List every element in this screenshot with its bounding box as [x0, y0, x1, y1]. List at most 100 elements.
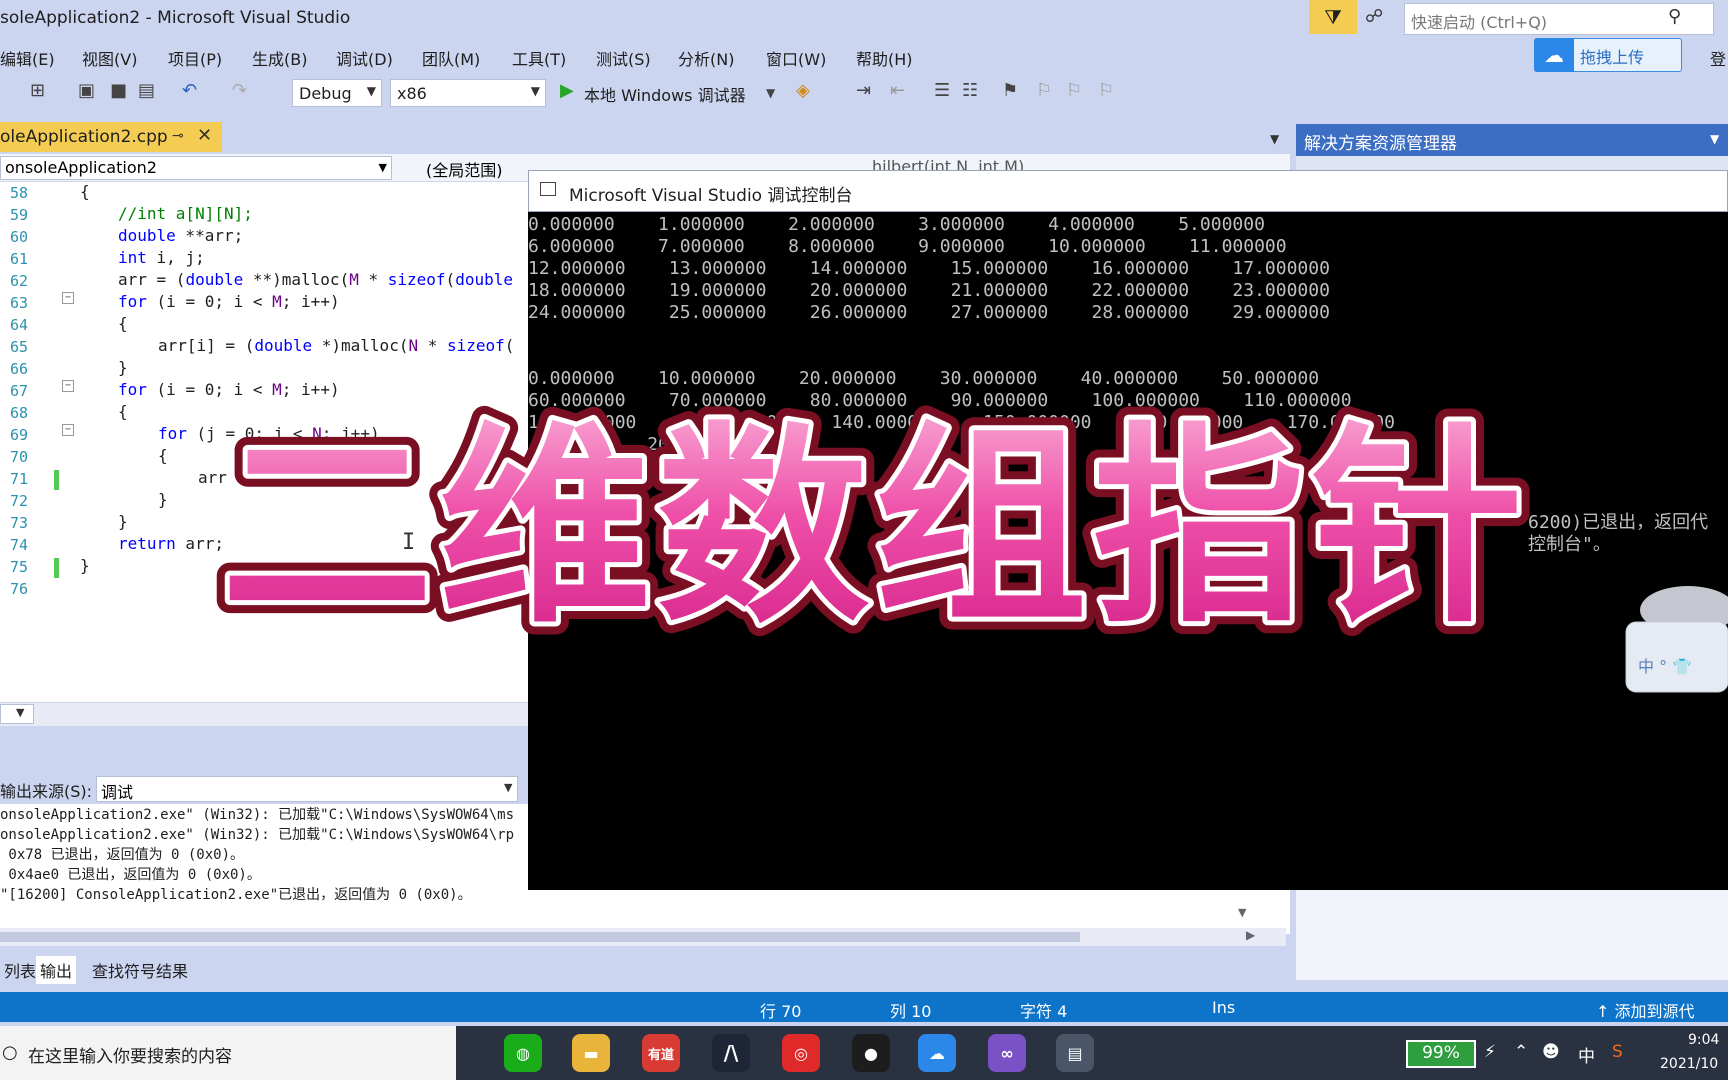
- youdao-icon[interactable]: 有道: [642, 1034, 680, 1072]
- clock-time[interactable]: 9:04: [1688, 1032, 1719, 1048]
- line-number: 72: [9, 492, 28, 510]
- record-icon[interactable]: ●: [852, 1034, 890, 1072]
- tab-find-symbol-results[interactable]: 查找符号结果: [88, 956, 192, 984]
- ime-indicator[interactable]: 中: [1578, 1042, 1595, 1067]
- cloud-drive-icon[interactable]: ☁: [918, 1034, 956, 1072]
- add-to-source-control-button[interactable]: ↑ 添加到源代: [1596, 998, 1695, 1022]
- cloud-icon: ☁: [1534, 38, 1574, 72]
- indent-icon[interactable]: ⇥: [856, 80, 871, 101]
- start-debugging-button[interactable]: 本地 Windows 调试器: [584, 82, 746, 106]
- save-all-icon[interactable]: ▤: [138, 80, 155, 101]
- menu-tools[interactable]: 工具(T): [512, 46, 566, 70]
- keyword: double: [254, 336, 313, 355]
- comment-icon[interactable]: ☰: [934, 80, 950, 101]
- keyword: for: [158, 424, 187, 443]
- power-plug-icon[interactable]: ⚡: [1484, 1042, 1496, 1062]
- redo-icon[interactable]: ↷: [232, 80, 247, 101]
- save-icon[interactable]: ■: [110, 80, 127, 101]
- search-icon[interactable]: ⚲: [1668, 6, 1681, 27]
- chevron-down-icon[interactable]: ▼: [1710, 132, 1719, 146]
- change-indicator: [54, 558, 59, 578]
- menu-window[interactable]: 窗口(W): [766, 46, 826, 70]
- qq-icon[interactable]: ☻: [1542, 1042, 1560, 1062]
- output-line: onsoleApplication2.exe" (Win32): 已加载"C:\…: [0, 827, 515, 843]
- menu-help[interactable]: 帮助(H): [856, 46, 913, 70]
- tab-source-file-label: oleApplication2.cpp: [0, 127, 168, 147]
- line-number: 65: [9, 338, 28, 356]
- menu-edit[interactable]: 编辑(E): [0, 46, 55, 70]
- platform-select[interactable]: x86 ▼: [390, 79, 546, 107]
- menu-debug[interactable]: 调试(D): [336, 46, 393, 70]
- close-icon[interactable]: ✕: [197, 125, 212, 146]
- console-line: 24.000000 25.000000 26.000000 27.000000 …: [528, 302, 1330, 323]
- editor-horizontal-scrollbar[interactable]: [0, 702, 530, 726]
- output-source-select[interactable]: 调试: [96, 776, 518, 802]
- browser-link-icon[interactable]: ◈: [796, 80, 810, 101]
- menu-view[interactable]: 视图(V): [82, 46, 137, 70]
- output-line: 0x78 已退出，返回值为 0 (0x0)。: [0, 847, 245, 863]
- jetbrains-icon[interactable]: /\: [712, 1034, 750, 1072]
- line-number: 76: [9, 580, 28, 598]
- configuration-select[interactable]: Debug ▼: [292, 79, 382, 107]
- open-file-icon[interactable]: ▣: [78, 80, 95, 101]
- status-char: 字符 4: [1020, 1002, 1068, 1021]
- pin-icon[interactable]: ⊸: [172, 128, 184, 144]
- tab-error-list[interactable]: 列表: [0, 956, 40, 984]
- wechat-icon[interactable]: ◍: [504, 1034, 542, 1072]
- collapse-toggle[interactable]: −: [62, 380, 74, 392]
- line-number: 64: [9, 316, 28, 334]
- floating-widget-icon[interactable]: 中 ° 👕: [1618, 582, 1728, 696]
- battery-percent: 99%: [1422, 1043, 1460, 1063]
- window-title: soleApplication2 - Microsoft Visual Stud…: [0, 8, 351, 28]
- visual-studio-icon[interactable]: ∞: [988, 1034, 1026, 1072]
- prev-bookmark-icon[interactable]: ⚐: [1036, 80, 1052, 101]
- menu-project[interactable]: 项目(P): [168, 46, 222, 70]
- new-project-icon[interactable]: ⊞: [30, 80, 45, 101]
- collapse-toggle[interactable]: −: [62, 292, 74, 304]
- chevron-up-icon[interactable]: ⌃: [1514, 1042, 1528, 1062]
- scrollbar-thumb[interactable]: [0, 932, 1080, 942]
- macro: N: [408, 336, 419, 355]
- notification-filter-icon[interactable]: ⧩: [1309, 0, 1357, 34]
- next-bookmark-icon[interactable]: ⚐: [1066, 80, 1082, 101]
- chevron-right-icon[interactable]: ▶: [1246, 928, 1255, 942]
- sogou-icon[interactable]: S: [1612, 1042, 1623, 1062]
- caption-text: 二维数组指针: [221, 404, 1529, 651]
- console-window-icon: [540, 182, 556, 196]
- feedback-icon[interactable]: ☍: [1365, 6, 1383, 27]
- bookmark-icon[interactable]: ⚑: [1002, 80, 1018, 101]
- console-app-icon[interactable]: ▤: [1056, 1034, 1094, 1072]
- output-line: onsoleApplication2.exe" (Win32): 已加载"C:\…: [0, 807, 515, 823]
- chevron-down-icon[interactable]: ▼: [1270, 132, 1279, 146]
- clear-bookmarks-icon[interactable]: ⚐: [1098, 80, 1114, 101]
- keyword: double: [185, 270, 244, 289]
- output-line: 0x4ae0 已退出，返回值为 0 (0x0)。: [0, 867, 261, 883]
- console-line: 0.000000 1.000000 2.000000 3.000000 4.00…: [528, 214, 1265, 235]
- chevron-down-icon[interactable]: ▼: [766, 86, 775, 100]
- netease-music-icon[interactable]: ◎: [782, 1034, 820, 1072]
- menu-test[interactable]: 测试(S): [596, 46, 651, 70]
- tab-output[interactable]: 输出: [36, 956, 77, 984]
- outdent-icon[interactable]: ⇤: [890, 80, 905, 101]
- undo-icon[interactable]: ↶: [182, 80, 197, 101]
- line-number: 69: [9, 426, 28, 444]
- keyword: sizeof: [447, 336, 505, 355]
- file-explorer-icon[interactable]: ▬: [572, 1034, 610, 1072]
- code-token: *: [358, 270, 388, 289]
- menu-team[interactable]: 团队(M): [422, 46, 480, 70]
- uncomment-icon[interactable]: ☷: [962, 80, 978, 101]
- project-dropdown[interactable]: onsoleApplication2 ▼: [0, 156, 392, 180]
- code-line: {: [158, 446, 168, 465]
- keyword: for: [118, 380, 147, 399]
- console-title: Microsoft Visual Studio 调试控制台: [569, 186, 853, 206]
- clock-date[interactable]: 2021/10: [1660, 1056, 1718, 1072]
- chevron-down-icon[interactable]: ▼: [1238, 906, 1246, 919]
- code-token: (i = 0; i <: [146, 292, 273, 311]
- chevron-down-icon: ▼: [504, 781, 513, 794]
- menu-build[interactable]: 生成(B): [252, 46, 307, 70]
- keyword: int: [118, 248, 147, 267]
- play-icon[interactable]: ▶: [560, 80, 574, 101]
- code-line: {: [118, 402, 128, 421]
- menu-analyze[interactable]: 分析(N): [678, 46, 734, 70]
- collapse-toggle[interactable]: −: [62, 424, 74, 436]
